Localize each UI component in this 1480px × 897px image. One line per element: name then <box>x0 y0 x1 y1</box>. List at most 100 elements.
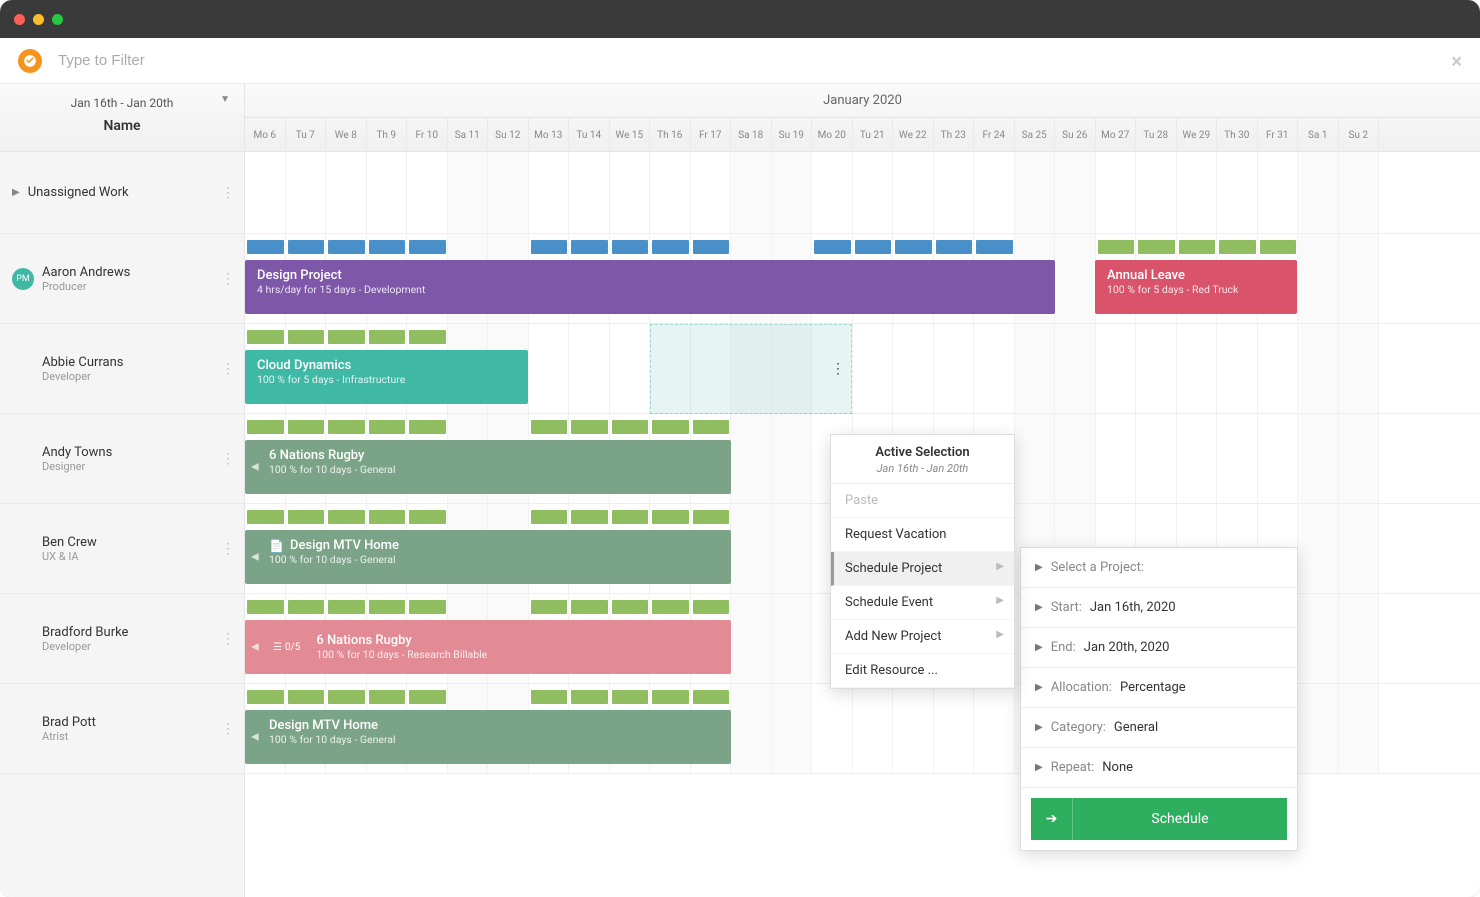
bar-title: Design MTV Home <box>269 718 719 733</box>
day-header-cell: Su 19 <box>772 118 813 152</box>
day-header-cell: Th 16 <box>650 118 691 152</box>
day-header-cell: Su 12 <box>488 118 529 152</box>
row-menu-icon[interactable]: ⋮ <box>221 541 234 557</box>
sp-select-project[interactable]: ▶Select a Project: <box>1021 548 1297 588</box>
resource-role: Designer <box>42 460 112 473</box>
unassigned-row[interactable]: ▶ Unassigned Work ⋮ <box>0 152 244 234</box>
resource-role: UX & IA <box>42 550 97 563</box>
arrow-icon: ➔ <box>1031 798 1073 840</box>
selection-box[interactable]: ⋮ <box>650 324 852 414</box>
resource-ben[interactable]: Ben Crew UX & IA ⋮ <box>0 504 244 594</box>
day-header-cell: Sa 11 <box>448 118 489 152</box>
resource-abbie[interactable]: Abbie Currans Developer ⋮ <box>0 324 244 414</box>
day-header-cell: Tu 7 <box>286 118 327 152</box>
filter-input[interactable] <box>58 52 1435 69</box>
row-menu-icon[interactable]: ⋮ <box>221 271 234 287</box>
bar-start-caret-icon: ◀ <box>251 462 259 473</box>
sp-label: Category: <box>1051 720 1106 735</box>
resource-name: Ben Crew <box>42 535 97 550</box>
bar-subtitle: 100 % for 5 days - Red Truck <box>1107 283 1285 296</box>
close-button[interactable] <box>14 14 25 25</box>
timeline-header: January 2020 Mo 6Tu 7We 8Th 9Fr 10Sa 11S… <box>245 84 1480 152</box>
caret-icon: ▶ <box>1035 602 1043 613</box>
availability-strip <box>245 240 1480 254</box>
task-bar-design-project[interactable]: Design Project 4 hrs/day for 15 days - D… <box>245 260 1055 314</box>
date-dropdown-icon[interactable]: ▼ <box>220 94 230 105</box>
sp-label: End: <box>1051 640 1076 655</box>
submenu-arrow-icon: ▶ <box>996 595 1004 606</box>
task-bar-mtv-home[interactable]: ◀ 📄 Design MTV Home 100 % for 10 days - … <box>245 530 731 584</box>
sp-category[interactable]: ▶ Category: General <box>1021 708 1297 748</box>
bar-start-caret-icon: ◀ <box>251 732 259 743</box>
sp-allocation[interactable]: ▶Allocation:Percentage <box>1021 668 1297 708</box>
caret-icon: ▶ <box>1035 762 1043 773</box>
day-header-cell: Su 26 <box>1055 118 1096 152</box>
sp-value: Jan 20th, 2020 <box>1084 640 1170 655</box>
task-bar-6nations[interactable]: ◀ 6 Nations Rugby 100 % for 10 days - Ge… <box>245 440 731 494</box>
day-header-cell: We 8 <box>326 118 367 152</box>
resource-bradford[interactable]: Bradford Burke Developer ⋮ <box>0 594 244 684</box>
ctx-item-label: Add New Project <box>845 629 941 644</box>
ctx-add-new-project[interactable]: Add New Project ▶ <box>831 620 1014 654</box>
month-label: January 2020 <box>245 84 1480 118</box>
resource-name: Abbie Currans <box>42 355 124 370</box>
ctx-paste[interactable]: Paste <box>831 484 1014 518</box>
sp-start[interactable]: ▶Start:Jan 16th, 2020 <box>1021 588 1297 628</box>
minimize-button[interactable] <box>33 14 44 25</box>
resource-brad[interactable]: Brad Pott Atrist ⋮ <box>0 684 244 774</box>
maximize-button[interactable] <box>52 14 63 25</box>
resource-name: Bradford Burke <box>42 625 128 640</box>
timeline-row-unassigned[interactable] <box>245 152 1480 234</box>
day-header-cell: Th 30 <box>1217 118 1258 152</box>
scheduler-grid: Jan 16th - Jan 20th ▼ Name ▶ Unassigned … <box>0 84 1480 897</box>
day-header-cell: Sa 18 <box>731 118 772 152</box>
task-bar-annual-leave[interactable]: Annual Leave 100 % for 5 days - Red Truc… <box>1095 260 1297 314</box>
ctx-edit-resource[interactable]: Edit Resource ... <box>831 654 1014 688</box>
caret-icon: ▶ <box>1035 722 1043 733</box>
submenu-arrow-icon: ▶ <box>996 629 1004 640</box>
row-menu-icon[interactable]: ⋮ <box>221 185 234 201</box>
day-header-cell: Tu 21 <box>853 118 894 152</box>
row-menu-icon[interactable]: ⋮ <box>221 631 234 647</box>
avatar-badge: PM <box>12 268 34 290</box>
sp-value: General <box>1114 720 1158 735</box>
more-icon[interactable]: ⋮ <box>831 361 845 377</box>
name-column-header: Name <box>12 110 232 134</box>
day-header-cell: We 22 <box>893 118 934 152</box>
resource-panel: Jan 16th - Jan 20th ▼ Name ▶ Unassigned … <box>0 84 245 897</box>
task-bar-mtv-home-2[interactable]: ◀ Design MTV Home 100 % for 10 days - Ge… <box>245 710 731 764</box>
row-menu-icon[interactable]: ⋮ <box>221 721 234 737</box>
submenu-arrow-icon: ▶ <box>996 561 1004 572</box>
timeline-row-abbie[interactable]: Cloud Dynamics 100 % for 5 days - Infras… <box>245 324 1480 414</box>
sp-end[interactable]: ▶End:Jan 20th, 2020 <box>1021 628 1297 668</box>
timeline-row-aaron[interactable]: Design Project 4 hrs/day for 15 days - D… <box>245 234 1480 324</box>
bar-title: Cloud Dynamics <box>257 358 516 373</box>
ctx-schedule-project[interactable]: Schedule Project▶ <box>831 552 1014 586</box>
caret-icon: ▶ <box>1035 682 1043 693</box>
left-header: Jan 16th - Jan 20th ▼ Name <box>0 84 244 152</box>
resource-andy[interactable]: Andy Towns Designer ⋮ <box>0 414 244 504</box>
checklist-pill: ☰ 0/5 <box>269 641 304 654</box>
day-header-cell: Mo 6 <box>245 118 286 152</box>
row-menu-icon[interactable]: ⋮ <box>221 451 234 467</box>
day-header-cell: Mo 27 <box>1096 118 1137 152</box>
resource-name: Andy Towns <box>42 445 112 460</box>
ctx-subtitle-text: Jan 16th - Jan 20th <box>843 462 1002 475</box>
day-header-cell: Fr 24 <box>974 118 1015 152</box>
filter-toolbar: × <box>0 38 1480 84</box>
close-filter-icon[interactable]: × <box>1451 49 1462 73</box>
schedule-button[interactable]: ➔ Schedule <box>1031 798 1287 840</box>
task-bar-cloud-dynamics[interactable]: Cloud Dynamics 100 % for 5 days - Infras… <box>245 350 528 404</box>
day-header-cell: Su 2 <box>1339 118 1380 152</box>
sp-value: None <box>1102 760 1133 775</box>
ctx-request-vacation[interactable]: Request Vacation <box>831 518 1014 552</box>
task-bar-6nations-research[interactable]: ◀ ☰ 0/5 6 Nations Rugby 100 % for 10 day… <box>245 620 731 674</box>
ctx-schedule-event[interactable]: Schedule Event ▶ <box>831 586 1014 620</box>
expand-icon[interactable]: ▶ <box>12 187 20 198</box>
day-header-cell: Th 9 <box>367 118 408 152</box>
ctx-item-label: Schedule Event <box>845 595 933 610</box>
resource-aaron[interactable]: PM Aaron Andrews Producer ⋮ <box>0 234 244 324</box>
bar-start-caret-icon: ◀ <box>251 552 259 563</box>
row-menu-icon[interactable]: ⋮ <box>221 361 234 377</box>
sp-repeat[interactable]: ▶Repeat:None <box>1021 748 1297 788</box>
